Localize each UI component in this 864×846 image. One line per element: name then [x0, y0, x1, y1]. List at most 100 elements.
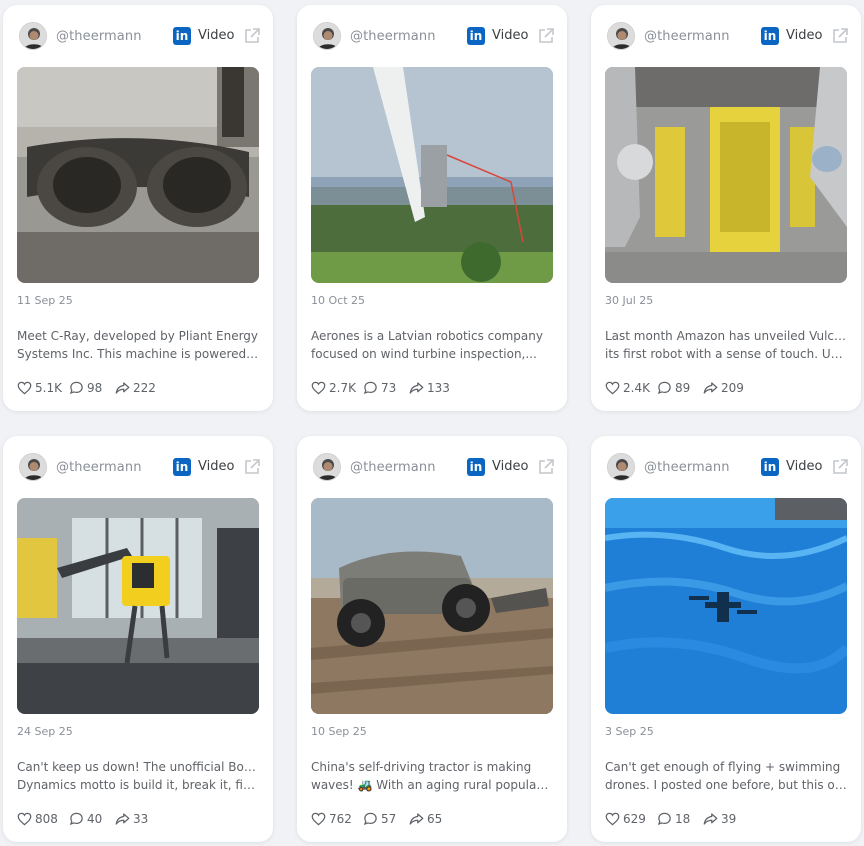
external-link-icon[interactable] — [536, 26, 556, 46]
likes-count: 2.4K — [623, 381, 650, 395]
post-thumbnail[interactable] — [311, 498, 553, 714]
comments-count: 89 — [675, 381, 691, 395]
comments-stat[interactable]: 18 — [657, 811, 697, 827]
post-card[interactable]: @theermann in Video 24 Sep 25 Can't keep… — [3, 436, 273, 842]
post-thumbnail[interactable] — [17, 67, 259, 283]
external-link-icon[interactable] — [242, 26, 262, 46]
likes-count: 808 — [35, 812, 58, 826]
shares-stat[interactable]: 33 — [115, 811, 155, 827]
likes-stat[interactable]: 762 — [311, 811, 357, 827]
comment-icon — [363, 812, 377, 826]
shares-stat[interactable]: 209 — [703, 380, 744, 396]
shares-stat[interactable]: 133 — [409, 380, 450, 396]
comment-icon — [657, 381, 671, 395]
post-thumbnail[interactable] — [17, 498, 259, 714]
likes-stat[interactable]: 2.7K — [311, 380, 357, 396]
avatar[interactable] — [607, 453, 635, 481]
linkedin-icon: in — [467, 458, 485, 476]
likes-stat[interactable]: 808 — [17, 811, 63, 827]
heart-icon — [17, 812, 32, 826]
author-handle[interactable]: @theermann — [56, 460, 142, 475]
post-card[interactable]: @theermann in Video 10 Oct 25 Aerones is… — [297, 5, 567, 411]
comments-stat[interactable]: 57 — [363, 811, 403, 827]
post-excerpt[interactable]: Can't get enough of flying + swimming dr… — [605, 758, 847, 794]
share-icon — [409, 813, 424, 825]
author-handle[interactable]: @theermann — [644, 29, 730, 44]
post-card[interactable]: @theermann in Video 3 Sep 25 Can't get e… — [591, 436, 861, 842]
shares-stat[interactable]: 39 — [703, 811, 743, 827]
comments-count: 73 — [381, 381, 397, 395]
shares-stat[interactable]: 65 — [409, 811, 449, 827]
external-link-icon[interactable] — [242, 457, 262, 477]
likes-count: 2.7K — [329, 381, 356, 395]
avatar[interactable] — [19, 453, 47, 481]
author-handle[interactable]: @theermann — [56, 29, 142, 44]
excerpt-line: waves! 🚜 With an aging rural populatio..… — [311, 778, 553, 792]
heart-icon — [605, 812, 620, 826]
likes-count: 629 — [623, 812, 646, 826]
avatar[interactable] — [19, 22, 47, 50]
comments-count: 98 — [87, 381, 103, 395]
author-handle[interactable]: @theermann — [644, 460, 730, 475]
post-excerpt[interactable]: Last month Amazon has unveiled Vulcan, i… — [605, 327, 847, 363]
excerpt-line: its first robot with a sense of touch. U… — [605, 347, 847, 361]
comment-icon — [363, 381, 377, 395]
excerpt-line: China's self-driving tractor is making — [311, 760, 532, 774]
share-icon — [703, 382, 718, 394]
media-type-label: Video — [786, 459, 823, 474]
post-excerpt[interactable]: Can't keep us down! The unofficial Bosto… — [17, 758, 259, 794]
comments-stat[interactable]: 89 — [657, 380, 697, 396]
media-type-label: Video — [492, 28, 529, 43]
shares-stat[interactable]: 222 — [115, 380, 156, 396]
post-card[interactable]: @theermann in Video 10 Sep 25 China's se… — [297, 436, 567, 842]
media-type-label: Video — [198, 28, 235, 43]
card-header: @theermann in Video — [605, 19, 849, 55]
shares-count: 33 — [133, 812, 149, 826]
media-type-label: Video — [492, 459, 529, 474]
linkedin-icon: in — [761, 458, 779, 476]
avatar[interactable] — [313, 22, 341, 50]
shares-count: 39 — [721, 812, 737, 826]
author-handle[interactable]: @theermann — [350, 29, 436, 44]
external-link-icon[interactable] — [536, 457, 556, 477]
post-thumbnail[interactable] — [311, 67, 553, 283]
card-header: @theermann in Video — [311, 19, 555, 55]
comments-stat[interactable]: 73 — [363, 380, 403, 396]
likes-stat[interactable]: 5.1K — [17, 380, 63, 396]
comment-icon — [657, 812, 671, 826]
excerpt-line: Dynamics motto is build it, break it, fi… — [17, 778, 259, 792]
avatar[interactable] — [313, 453, 341, 481]
excerpt-line: Systems Inc. This machine is powered b..… — [17, 347, 259, 361]
linkedin-icon: in — [761, 27, 779, 45]
external-link-icon[interactable] — [830, 457, 850, 477]
shares-count: 209 — [721, 381, 744, 395]
likes-stat[interactable]: 2.4K — [605, 380, 651, 396]
share-icon — [115, 382, 130, 394]
comments-count: 57 — [381, 812, 397, 826]
external-link-icon[interactable] — [830, 26, 850, 46]
shares-count: 65 — [427, 812, 443, 826]
shares-count: 133 — [427, 381, 450, 395]
post-excerpt[interactable]: China's self-driving tractor is making w… — [311, 758, 553, 794]
avatar[interactable] — [607, 22, 635, 50]
post-thumbnail[interactable] — [605, 498, 847, 714]
share-icon — [115, 813, 130, 825]
author-handle[interactable]: @theermann — [350, 460, 436, 475]
post-card[interactable]: @theermann in Video 30 Jul 25 Last month… — [591, 5, 861, 411]
comments-count: 18 — [675, 812, 691, 826]
post-excerpt[interactable]: Meet C-Ray, developed by Pliant Energy S… — [17, 327, 259, 363]
post-date: 10 Sep 25 — [311, 725, 367, 738]
likes-count: 762 — [329, 812, 352, 826]
card-header: @theermann in Video — [311, 450, 555, 486]
excerpt-line: drones. I posted one before, but this on… — [605, 778, 847, 792]
post-date: 11 Sep 25 — [17, 294, 73, 307]
excerpt-line: Meet C-Ray, developed by Pliant Energy — [17, 329, 259, 343]
post-excerpt[interactable]: Aerones is a Latvian robotics company fo… — [311, 327, 553, 363]
comments-stat[interactable]: 98 — [69, 380, 109, 396]
comments-stat[interactable]: 40 — [69, 811, 109, 827]
media-type-label: Video — [198, 459, 235, 474]
excerpt-line: Aerones is a Latvian robotics company — [311, 329, 543, 343]
post-thumbnail[interactable] — [605, 67, 847, 283]
post-card[interactable]: @theermann in Video 11 Sep 25 Meet C-Ray… — [3, 5, 273, 411]
likes-stat[interactable]: 629 — [605, 811, 651, 827]
